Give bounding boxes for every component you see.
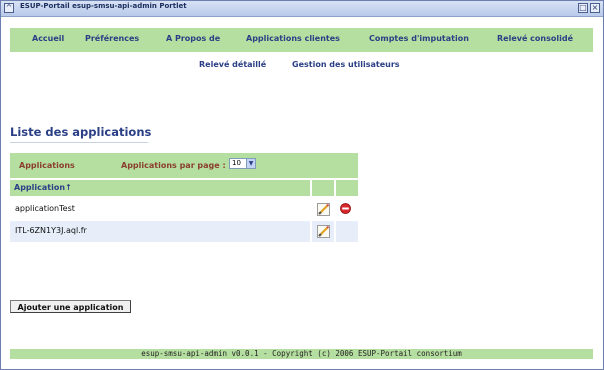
table-cell-name: ITL-6ZN1Y3J.aql.fr bbox=[10, 221, 310, 242]
menu-item-a-propos[interactable]: A Propos de bbox=[166, 34, 220, 43]
pencil-icon[interactable] bbox=[317, 225, 330, 238]
menu-item-releve-consolide[interactable]: Relevé consolidé bbox=[497, 34, 573, 43]
table-cell-name: applicationTest bbox=[10, 199, 310, 220]
menu-item-releve-detaille[interactable]: Relevé détaillé bbox=[199, 60, 266, 69]
menu-item-comptes-imputation[interactable]: Comptes d'imputation bbox=[369, 34, 469, 43]
main-menu: Accueil Préférences A Propos de Applicat… bbox=[10, 28, 593, 52]
column-header-delete bbox=[336, 180, 358, 196]
maximize-icon[interactable]: □ bbox=[578, 3, 588, 13]
edit-button[interactable] bbox=[312, 199, 334, 220]
title-bar: ^ ESUP-Portail esup-smsu-api-admin Portl… bbox=[1, 1, 603, 17]
chevron-down-icon[interactable]: ▼ bbox=[246, 159, 255, 168]
application-name: ITL-6ZN1Y3J.aql.fr bbox=[15, 226, 87, 235]
title-divider bbox=[10, 142, 148, 143]
delete-icon[interactable] bbox=[340, 203, 351, 214]
table-row: applicationTest bbox=[10, 199, 358, 220]
menu-item-preferences[interactable]: Préférences bbox=[85, 34, 139, 43]
application-name: applicationTest bbox=[15, 204, 75, 213]
add-application-button[interactable]: Ajouter une application bbox=[10, 300, 131, 313]
portlet-window: ^ ESUP-Portail esup-smsu-api-admin Portl… bbox=[0, 0, 604, 370]
delete-button[interactable] bbox=[336, 199, 358, 220]
pencil-icon[interactable] bbox=[317, 203, 330, 216]
column-header-application[interactable]: Application↑ bbox=[10, 180, 310, 196]
collapse-icon[interactable]: ^ bbox=[4, 3, 14, 13]
table-toolbar: Applications Applications par page : 10 … bbox=[10, 153, 358, 178]
footer: esup-smsu-api-admin v0.0.1 - Copyright (… bbox=[10, 349, 593, 359]
per-page-label: Applications par page : bbox=[121, 161, 226, 170]
per-page-select[interactable]: 10 ▼ bbox=[229, 158, 256, 169]
page-title: Liste des applications bbox=[10, 125, 152, 139]
delete-cell-empty bbox=[336, 221, 358, 242]
column-header-edit bbox=[312, 180, 334, 196]
menu-item-accueil[interactable]: Accueil bbox=[32, 34, 64, 43]
column-header-label[interactable]: Application↑ bbox=[14, 183, 72, 192]
window-title: ESUP-Portail esup-smsu-api-admin Portlet bbox=[20, 2, 187, 10]
menu-item-applications-clientes[interactable]: Applications clientes bbox=[246, 34, 340, 43]
table-row: ITL-6ZN1Y3J.aql.fr bbox=[10, 221, 358, 242]
edit-button[interactable] bbox=[312, 221, 334, 242]
per-page-value: 10 bbox=[232, 159, 241, 167]
table-header-label: Applications bbox=[19, 161, 75, 170]
close-icon[interactable]: × bbox=[590, 3, 600, 13]
footer-text: esup-smsu-api-admin v0.0.1 - Copyright (… bbox=[141, 349, 462, 358]
menu-item-gestion-utilisateurs[interactable]: Gestion des utilisateurs bbox=[292, 60, 400, 69]
